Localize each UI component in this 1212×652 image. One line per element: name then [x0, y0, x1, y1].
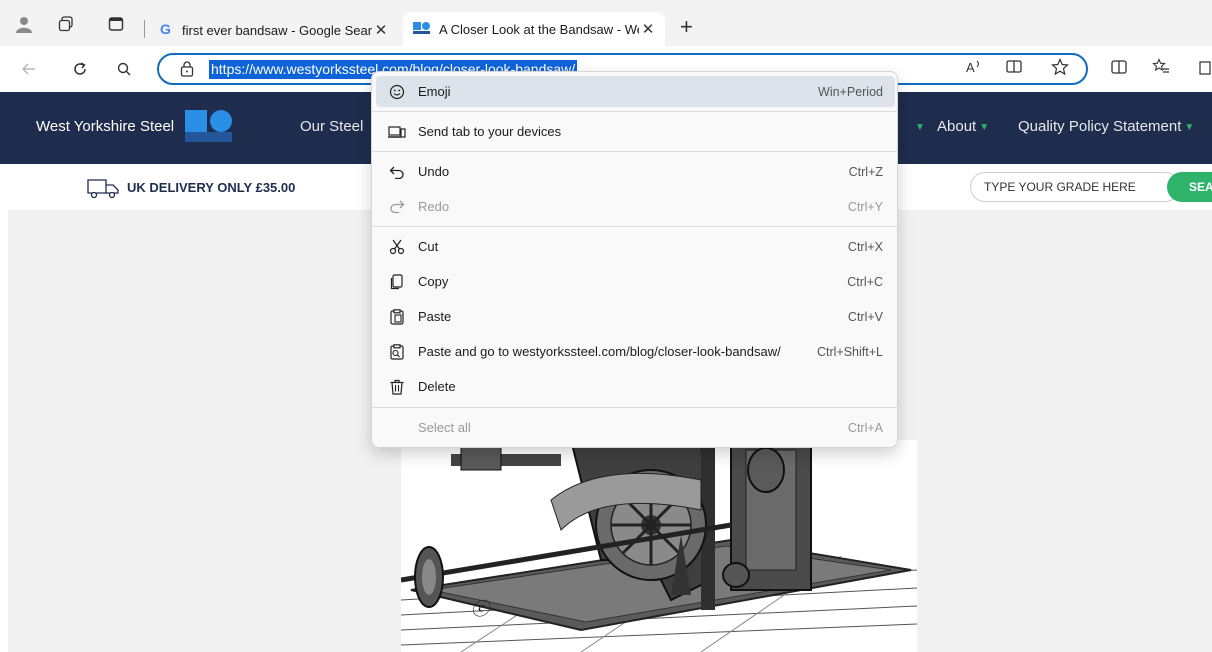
menu-item-shortcut: Ctrl+Y — [847, 199, 883, 214]
menu-item-label: Undo — [418, 164, 450, 179]
extensions-icon[interactable] — [1198, 58, 1212, 81]
google-icon: G — [158, 21, 174, 40]
menu-item-label: Select all — [418, 420, 471, 435]
paste-icon — [376, 308, 414, 325]
nav-quality-label: Quality Policy Statement — [1018, 118, 1182, 135]
grade-search-input[interactable]: TYPE YOUR GRADE HERE — [970, 172, 1180, 202]
tab-title: A Closer Look at the Bandsaw - West York… — [439, 21, 639, 37]
menu-item-paste-and-go[interactable]: Paste and go to westyorkssteel.com/blog/… — [376, 336, 895, 367]
menu-separator — [372, 151, 897, 152]
copy-icon — [376, 273, 414, 290]
undo-icon — [376, 165, 414, 179]
search-button[interactable]: SEA — [1167, 172, 1212, 202]
menu-item-copy[interactable]: Copy Ctrl+C — [376, 266, 895, 297]
scissors-icon — [376, 239, 414, 255]
nav-our-steel[interactable]: Our Steel — [300, 118, 363, 135]
split-screen-icon[interactable] — [1110, 58, 1128, 81]
nav-about-label: About — [937, 118, 977, 135]
read-aloud-icon[interactable]: A — [965, 58, 983, 81]
close-tab-icon[interactable]: ✕ — [639, 20, 657, 38]
menu-item-label: Send tab to your devices — [418, 124, 562, 139]
chevron-down-icon: ▼ — [979, 121, 990, 133]
lock-icon[interactable] — [179, 60, 195, 83]
menu-item-delete[interactable]: Delete — [376, 371, 895, 402]
nav-quality-policy[interactable]: Quality Policy Statement ▼ — [1018, 118, 1194, 135]
nav-about[interactable]: About ▼ — [937, 118, 989, 135]
menu-item-label: Paste and go to westyorkssteel.com/blog/… — [418, 344, 781, 359]
menu-item-label: Emoji — [418, 84, 451, 99]
svg-text:A: A — [966, 60, 975, 75]
site-brand[interactable]: West Yorkshire Steel — [36, 118, 174, 135]
refresh-icon[interactable] — [69, 58, 91, 80]
menu-separator — [372, 226, 897, 227]
paste-go-icon — [376, 343, 414, 360]
search-icon[interactable] — [113, 58, 135, 80]
menu-item-label: Redo — [418, 199, 450, 214]
bandsaw-illustration: ⓒ — [401, 440, 917, 652]
devices-icon — [376, 125, 414, 139]
redo-icon — [376, 200, 414, 214]
tab-separator — [144, 20, 145, 38]
truck-icon — [86, 176, 122, 205]
profile-icon[interactable] — [14, 14, 34, 34]
nav-dropdown-caret[interactable]: ▼ — [912, 118, 925, 135]
menu-item-shortcut: Ctrl+V — [847, 309, 883, 324]
menu-item-shortcut: Win+Period — [818, 84, 883, 99]
tab-bandsaw-article[interactable]: A Closer Look at the Bandsaw - West York… — [403, 12, 665, 46]
immersive-reader-icon[interactable] — [1005, 58, 1023, 81]
tab-strip: G first ever bandsaw - Google Search ✕ A… — [0, 0, 1212, 46]
svg-text:G: G — [160, 21, 171, 37]
menu-item-label: Delete — [418, 379, 456, 394]
menu-item-redo[interactable]: Redo Ctrl+Y — [376, 191, 895, 222]
tab-google-search[interactable]: G first ever bandsaw - Google Search ✕ — [148, 14, 398, 46]
tab-actions-icon[interactable] — [106, 14, 126, 34]
chevron-down-icon: ▼ — [1184, 121, 1195, 133]
back-icon[interactable] — [18, 58, 40, 80]
favorites-icon[interactable] — [1152, 58, 1170, 81]
menu-item-label: Cut — [418, 239, 439, 254]
workspaces-icon[interactable] — [56, 14, 76, 34]
menu-item-undo[interactable]: Undo Ctrl+Z — [376, 156, 895, 187]
menu-item-shortcut: Ctrl+C — [847, 274, 883, 289]
logo-square — [185, 110, 207, 132]
menu-item-paste[interactable]: Paste Ctrl+V — [376, 301, 895, 332]
chevron-down-icon: ▼ — [915, 121, 925, 133]
menu-item-shortcut: Ctrl+X — [847, 239, 883, 254]
smiley-icon — [376, 84, 414, 100]
menu-item-shortcut: Ctrl+Z — [848, 164, 883, 179]
context-menu: Emoji Win+Period Send tab to your device… — [371, 71, 898, 448]
tab-title: first ever bandsaw - Google Search — [182, 22, 372, 38]
menu-item-cut[interactable]: Cut Ctrl+X — [376, 231, 895, 262]
menu-item-label: Paste — [418, 309, 452, 324]
svg-text:ⓒ: ⓒ — [471, 599, 492, 619]
menu-item-emoji[interactable]: Emoji Win+Period — [376, 76, 895, 107]
menu-separator — [372, 111, 897, 112]
close-tab-icon[interactable]: ✕ — [372, 21, 390, 39]
delivery-notice: UK DELIVERY ONLY £35.00 — [127, 180, 296, 195]
logo-base — [185, 132, 232, 142]
site-favicon-icon — [413, 21, 431, 38]
menu-item-shortcut: Ctrl+Shift+L — [816, 344, 883, 359]
new-tab-icon[interactable]: + — [680, 14, 693, 40]
menu-item-send-tab[interactable]: Send tab to your devices — [376, 116, 895, 147]
menu-item-shortcut: Ctrl+A — [847, 420, 883, 435]
menu-separator — [372, 407, 897, 408]
trash-icon — [376, 379, 414, 395]
menu-item-label: Copy — [418, 274, 449, 289]
menu-item-select-all[interactable]: Select all Ctrl+A — [376, 412, 895, 443]
logo-circle — [210, 110, 232, 132]
favorite-star-icon[interactable] — [1051, 58, 1069, 81]
